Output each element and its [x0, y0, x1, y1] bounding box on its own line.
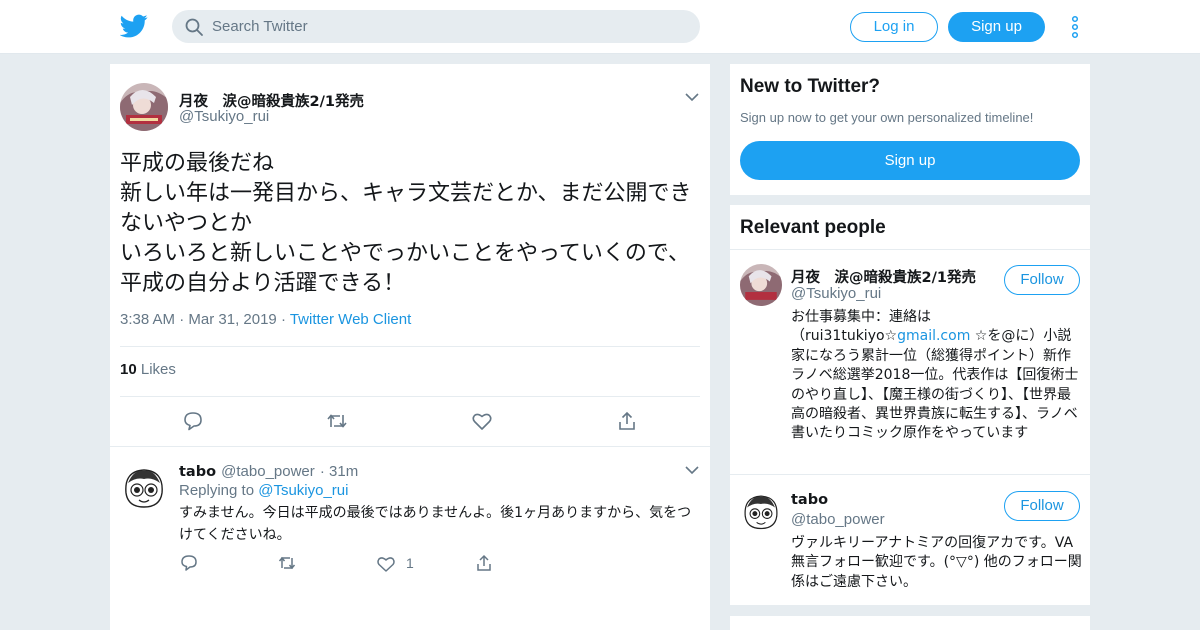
reply-age[interactable]: 31m	[329, 463, 358, 480]
person-handle[interactable]: @tabo_power	[791, 511, 885, 528]
reply-author-handle[interactable]: @tabo_power	[221, 463, 315, 480]
likes-count[interactable]: 10 Likes	[120, 361, 176, 378]
person-name[interactable]: 月夜 涙@暗殺貴族2/1発売	[791, 266, 976, 287]
person-bio: お仕事募集中：連絡は（rui31tukiyo☆gmail.com ☆を@に）小説…	[791, 309, 1079, 442]
top-navigation-bar: Log in Sign up	[0, 0, 1200, 54]
bio-link[interactable]: gmail.com	[897, 328, 970, 344]
avatar[interactable]	[740, 264, 782, 306]
retweet-icon[interactable]	[277, 553, 297, 573]
avatar[interactable]	[120, 463, 168, 511]
like-heart-icon[interactable]	[376, 554, 396, 574]
tweet-time[interactable]: 3:38 AM	[120, 311, 175, 328]
new-to-twitter-title: New to Twitter?	[740, 76, 881, 97]
reply-author-name[interactable]: tabo	[179, 464, 216, 480]
author-handle[interactable]: @Tsukiyo_rui	[179, 108, 269, 125]
tweet-permalink: 月夜 涙@暗殺貴族2/1発売 @Tsukiyo_rui 平成の最後だね 新しい年…	[110, 64, 710, 630]
tweet-source-link[interactable]: Twitter Web Client	[290, 311, 411, 328]
person-handle[interactable]: @Tsukiyo_rui	[791, 285, 881, 302]
reply-icon[interactable]	[179, 553, 199, 573]
likes-label: Likes	[140, 361, 176, 378]
retweet-icon[interactable]	[326, 410, 348, 432]
reply-tweet[interactable]: tabo @tabo_power · 31m Replying to @Tsuk…	[110, 446, 710, 586]
avatar[interactable]	[740, 490, 782, 532]
follow-button[interactable]: Follow	[1004, 491, 1080, 521]
search-icon	[185, 18, 203, 36]
log-in-button[interactable]: Log in	[850, 12, 938, 42]
new-to-twitter-subtitle: Sign up now to get your own personalized…	[740, 110, 1034, 125]
like-count-number: 10	[120, 361, 137, 378]
twitter-logo-icon[interactable]	[120, 12, 148, 40]
tweet-timestamp: 3:38 AM · Mar 31, 2019 · Twitter Web Cli…	[120, 311, 412, 328]
divider	[730, 249, 1090, 250]
share-icon[interactable]	[474, 553, 494, 573]
person-bio: ヴァルキリーアナトミアの回復アカです。VA無言フォロー歓迎です。(°▽°) 他の…	[791, 535, 1082, 590]
reply-text: すみません。今日は平成の最後ではありませんよ。後1ヶ月ありますから、気をつけてく…	[179, 505, 692, 543]
relevant-people-card: Relevant people 月夜 涙@暗殺貴族2/1発売 @Tsukiyo_…	[730, 205, 1090, 605]
tweet-date[interactable]: Mar 31, 2019	[188, 311, 276, 328]
reply-like-count: 1	[406, 555, 414, 571]
new-to-twitter-card: New to Twitter? Sign up now to get your …	[730, 64, 1090, 195]
replying-to: Replying to @Tsukiyo_rui	[179, 482, 348, 499]
divider	[120, 346, 700, 347]
divider	[730, 474, 1090, 475]
follow-button[interactable]: Follow	[1004, 265, 1080, 295]
share-icon[interactable]	[616, 410, 638, 432]
sidebar-sign-up-button[interactable]: Sign up	[740, 141, 1080, 180]
tweet-text: 平成の最後だね 新しい年は一発目から、キャラ文芸だとか、まだ公開できないやつとか…	[120, 151, 692, 296]
replying-to-link[interactable]: @Tsukiyo_rui	[258, 482, 348, 499]
next-sidebar-card	[730, 616, 1090, 630]
search-box[interactable]	[172, 10, 700, 43]
reply-icon[interactable]	[182, 410, 204, 432]
person-name[interactable]: tabo	[791, 492, 828, 508]
like-heart-icon[interactable]	[471, 410, 493, 432]
avatar[interactable]	[120, 83, 168, 131]
more-options-icon[interactable]	[1066, 15, 1084, 39]
replying-to-prefix: Replying to	[179, 482, 255, 499]
sign-up-button[interactable]: Sign up	[948, 12, 1045, 42]
divider	[120, 396, 700, 397]
chevron-down-icon[interactable]	[685, 92, 699, 102]
relevant-people-title: Relevant people	[740, 217, 886, 238]
chevron-down-icon[interactable]	[685, 465, 699, 475]
search-input[interactable]	[212, 10, 682, 43]
reply-header: tabo @tabo_power · 31m	[179, 463, 359, 480]
